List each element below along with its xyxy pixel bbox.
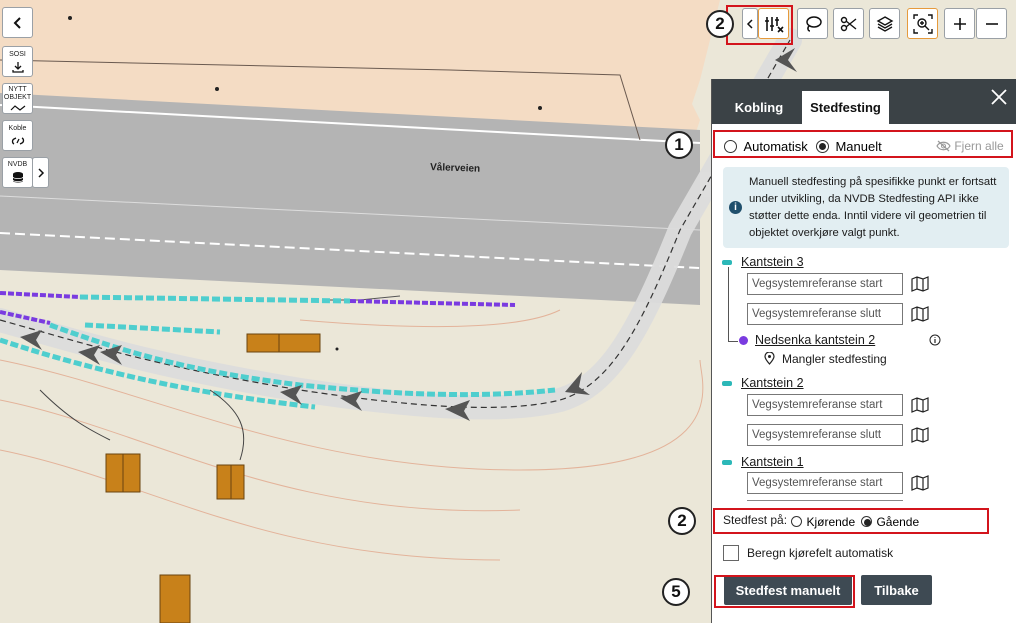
- nvdb-button[interactable]: NVDB: [2, 157, 33, 188]
- new-object-button[interactable]: NYTT OBJEKT: [2, 83, 33, 114]
- zoom-extent-button[interactable]: [907, 8, 938, 39]
- segment-point-icon: [739, 336, 748, 345]
- tree-line: [728, 341, 738, 342]
- zoom-in-button[interactable]: [944, 8, 975, 39]
- zoom-out-button[interactable]: [976, 8, 1007, 39]
- lasso-button[interactable]: [797, 8, 828, 39]
- map-pick-icon[interactable]: [911, 396, 929, 414]
- minus-icon: [985, 22, 998, 25]
- back-button[interactable]: [2, 7, 33, 38]
- list-divider: [747, 500, 903, 501]
- highlight-toolbar: [726, 5, 793, 45]
- segment-kantstein-1-link[interactable]: Kantstein 1: [741, 455, 804, 469]
- kantstein-3-start-input[interactable]: [747, 273, 903, 295]
- segment-line-icon: [722, 260, 732, 265]
- chevron-right-icon: [37, 167, 44, 178]
- info-circle-icon[interactable]: [929, 334, 941, 346]
- segment-line-icon: [722, 381, 732, 386]
- stedfesting-panel: Kobling Stedfesting Automatisk Manuelt F…: [711, 79, 1016, 623]
- scissors-icon: [840, 16, 856, 31]
- polyline-icon: [10, 104, 25, 111]
- zoom-extent-icon: [912, 13, 933, 34]
- nvdb-label: NVDB: [7, 161, 28, 168]
- close-icon[interactable]: [990, 88, 1008, 106]
- panel-header: Kobling Stedfesting: [712, 79, 1016, 124]
- nvdb-expand-button[interactable]: [32, 157, 49, 188]
- sosi-label: SOSI: [9, 50, 26, 58]
- building: [246, 333, 280, 353]
- kantstein-1-start-input[interactable]: [747, 472, 903, 494]
- callout-stedfest-row: 2: [668, 507, 696, 535]
- kantstein-3-end-input[interactable]: [747, 303, 903, 325]
- segment-kantstein-2-link[interactable]: Kantstein 2: [741, 376, 804, 390]
- auto-lane-checkbox[interactable]: [723, 545, 739, 561]
- download-icon: [11, 61, 24, 73]
- chevron-left-icon: [13, 16, 21, 29]
- layers-button[interactable]: [869, 8, 900, 39]
- link-label: Koble: [8, 124, 27, 132]
- highlight-primary-button: [714, 575, 855, 608]
- segment-nedsenka-kantstein-2-link[interactable]: Nedsenka kantstein 2: [755, 333, 875, 347]
- link-icon: [11, 136, 24, 145]
- highlight-stedfest-row: [713, 508, 989, 534]
- tab-stedfesting[interactable]: Stedfesting: [802, 91, 889, 124]
- map-pick-icon[interactable]: [911, 474, 929, 492]
- map-pick-icon[interactable]: [911, 275, 929, 293]
- segment-kantstein-3-link[interactable]: Kantstein 3: [741, 255, 804, 269]
- highlight-mode-row: [713, 130, 1013, 158]
- map-pick-icon[interactable]: [911, 426, 929, 444]
- location-pin-icon: [764, 352, 775, 365]
- new-object-label: NYTT OBJEKT: [3, 85, 32, 101]
- link-button[interactable]: Koble: [2, 120, 33, 151]
- segment-status-text: Mangler stedfesting: [782, 352, 887, 366]
- callout-primary-button: 5: [662, 578, 690, 606]
- info-text: Manuell stedfesting på spesifikke punkt …: [749, 176, 997, 239]
- layers-icon: [876, 15, 893, 32]
- segment-line-icon: [722, 460, 732, 465]
- map-pick-icon[interactable]: [911, 305, 929, 323]
- tilbake-button[interactable]: Tilbake: [861, 575, 932, 605]
- kantstein-2-start-input[interactable]: [747, 394, 903, 416]
- tab-kobling[interactable]: Kobling: [726, 91, 792, 124]
- database-icon: [12, 172, 23, 183]
- callout-toolbar: 2: [706, 10, 734, 38]
- kantstein-2-end-input[interactable]: [747, 424, 903, 446]
- plus-icon: [953, 17, 966, 30]
- info-box: i Manuell stedfesting på spesifikke punk…: [723, 167, 1009, 248]
- scissors-button[interactable]: [833, 8, 864, 39]
- info-icon: i: [729, 201, 742, 214]
- road-name-label: Vålerveien: [430, 161, 480, 175]
- sosi-button[interactable]: SOSI: [2, 46, 33, 77]
- lasso-icon: [805, 15, 822, 32]
- auto-lane-label: Beregn kjørefelt automatisk: [747, 546, 894, 560]
- tree-line: [728, 267, 729, 341]
- callout-mode-row: 1: [665, 131, 693, 159]
